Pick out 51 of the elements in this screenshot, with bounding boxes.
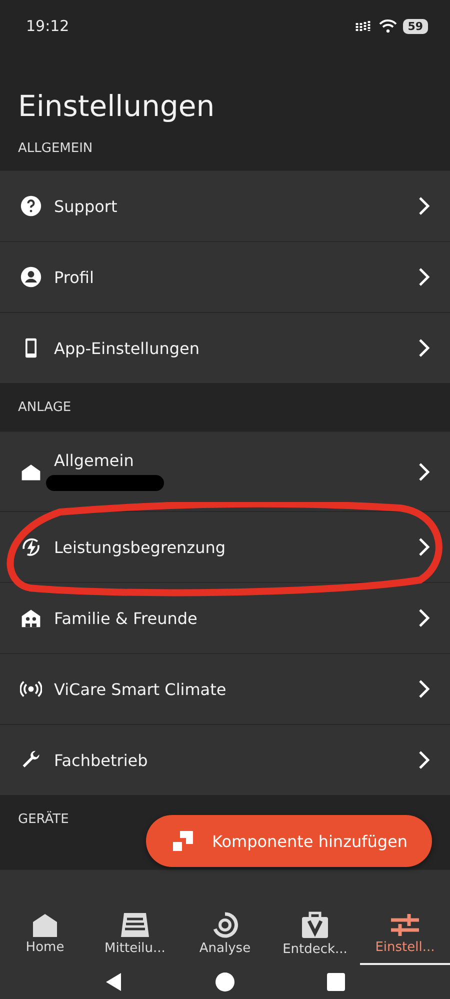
- settings-row[interactable]: Profil: [0, 241, 450, 312]
- settings-row[interactable]: Support: [0, 170, 450, 241]
- recents-icon[interactable]: [327, 972, 345, 991]
- row-label: Familie & Freunde: [54, 608, 198, 628]
- row-label: Support: [54, 196, 118, 216]
- home-circle-icon[interactable]: [215, 972, 235, 992]
- page-title: Einstellungen: [18, 88, 216, 125]
- settings-row[interactable]: Leistungsbegrenzung: [0, 511, 450, 582]
- section-header: GERÄTE: [18, 812, 69, 826]
- chevron-right-icon: [418, 608, 430, 628]
- battery-level: 59: [402, 18, 428, 34]
- add-component-icon: [172, 830, 194, 852]
- row-label: Allgemein: [54, 451, 135, 470]
- row-label: Fachbetrieb: [54, 750, 149, 770]
- nav-tab[interactable]: Entdeck...: [270, 904, 360, 964]
- sliders-icon: [390, 912, 420, 936]
- analysis-icon: [212, 912, 238, 938]
- row-label: ViCare Smart Climate: [54, 680, 228, 698]
- signal-icon: [354, 20, 373, 32]
- row-label: App-Einstellungen: [54, 338, 200, 358]
- wifi-icon: [378, 19, 397, 33]
- lightning-icon: [20, 536, 42, 558]
- settings-row[interactable]: App-Einstellungen: [0, 312, 450, 383]
- chevron-right-icon: [418, 462, 430, 482]
- bag-icon: [301, 910, 329, 938]
- nav-tab[interactable]: Mitteilu...: [90, 904, 180, 964]
- section-header: ANLAGE: [18, 400, 72, 414]
- section-header: ALLGEMEIN: [18, 140, 93, 156]
- chevron-right-icon: [418, 679, 430, 699]
- chevron-right-icon: [418, 196, 430, 216]
- row-label: Leistungsbegrenzung: [54, 538, 227, 556]
- chevron-right-icon: [418, 537, 430, 557]
- settings-row[interactable]: Familie & Freunde: [0, 582, 450, 653]
- chevron-right-icon: [418, 267, 430, 287]
- chevron-right-icon: [418, 338, 430, 358]
- person-icon: [20, 266, 42, 288]
- signal-waves-icon: [20, 678, 42, 700]
- chevron-right-icon: [418, 750, 430, 770]
- nav-tab[interactable]: Home: [0, 904, 90, 964]
- add-component-button[interactable]: Komponente hinzufügen: [146, 815, 432, 867]
- settings-row[interactable]: Allgemein: [0, 431, 450, 511]
- row-label: Profil: [54, 268, 95, 286]
- settings-row[interactable]: Fachbetrieb: [0, 724, 450, 795]
- home-icon: [32, 912, 58, 936]
- settings-row[interactable]: ViCare Smart Climate: [0, 653, 450, 724]
- back-icon[interactable]: [105, 972, 123, 992]
- people-house-icon: [20, 607, 42, 629]
- nav-tab[interactable]: Analyse: [180, 904, 270, 964]
- inbox-icon: [120, 912, 150, 938]
- status-time: 19:12: [26, 17, 70, 35]
- help-icon: [20, 195, 42, 217]
